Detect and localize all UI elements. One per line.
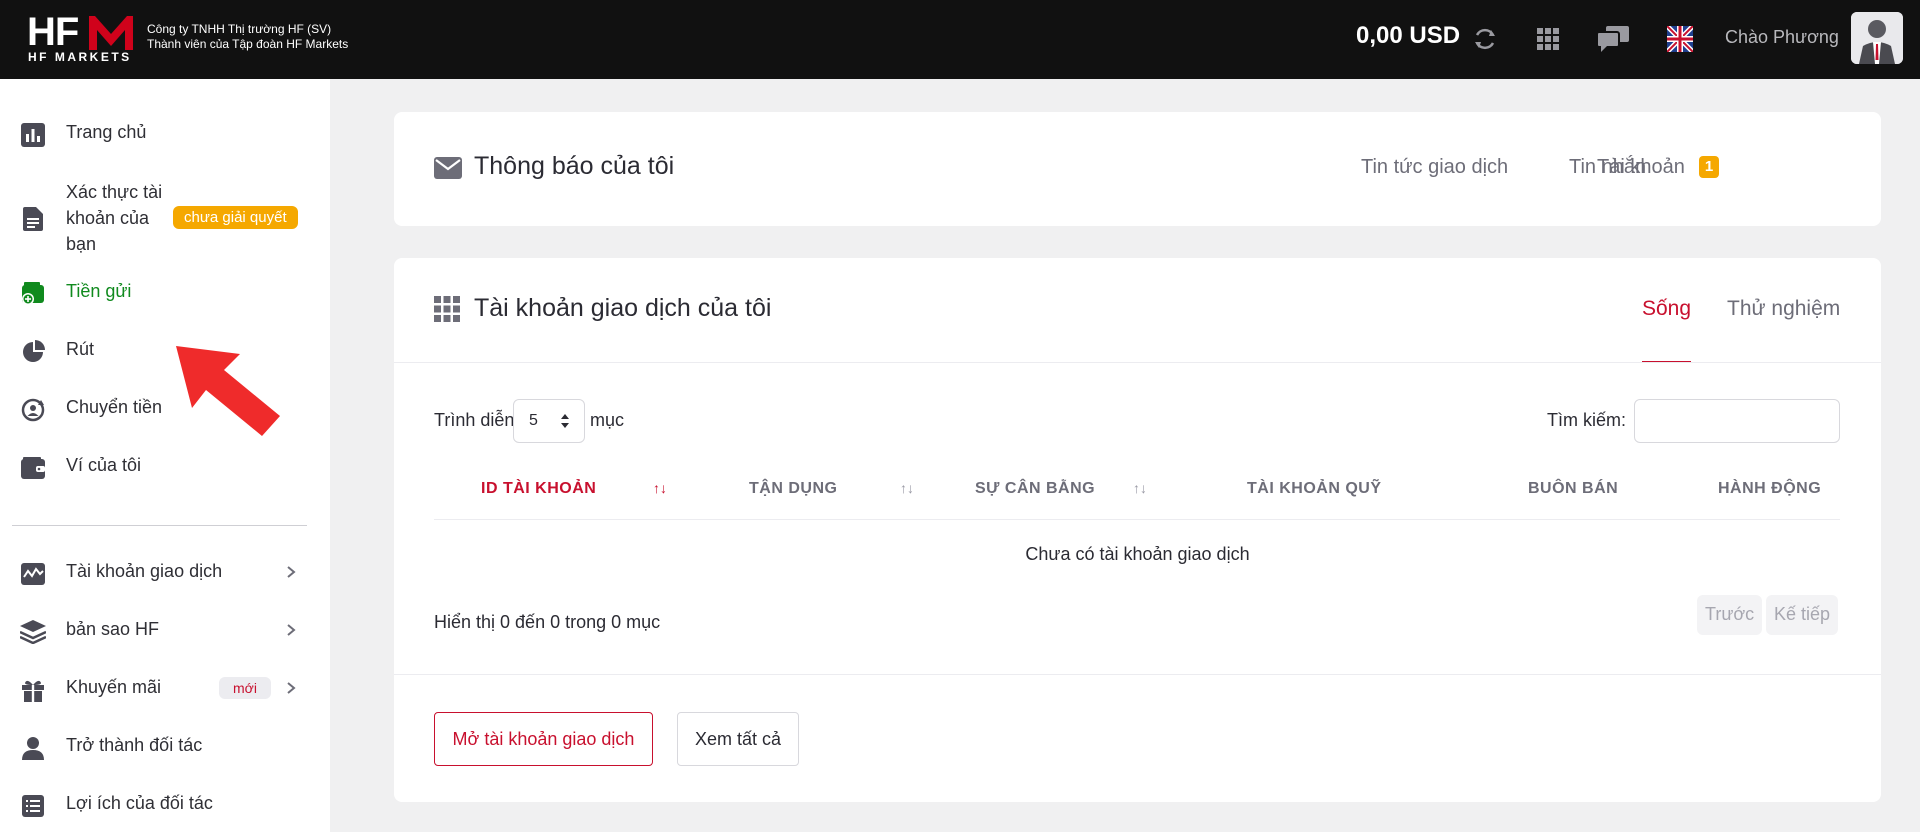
sidebar-item-label: Tiền gửi: [66, 281, 132, 301]
logo-m-mark: [89, 16, 133, 50]
gift-icon: [20, 677, 46, 703]
sidebar-item-label: Khuyến mãi: [66, 677, 162, 697]
company-member: Thành viên của Tập đoàn HF Markets: [147, 37, 349, 51]
refresh-icon[interactable]: [1468, 22, 1502, 56]
search-input[interactable]: [1634, 399, 1840, 443]
chevron-right-icon: [287, 624, 296, 636]
wallet-icon: [20, 455, 46, 481]
sidebar-item-label: Rút: [66, 339, 95, 359]
user-icon: [20, 735, 46, 761]
accounts-title: Tài khoản giao dịch của tôi: [474, 294, 772, 322]
chat-icon[interactable]: [1596, 22, 1630, 56]
deposit-wallet-icon: [20, 281, 46, 307]
sidebar-item-label: bản sao HF: [66, 619, 160, 639]
hfm-logo[interactable]: HF HF MARKETS: [27, 12, 135, 64]
trading-accounts-card: Tài khoản giao dịch của tôi Sống Thử ngh…: [394, 258, 1881, 802]
sidebar-item-label: Tài khoản giao dịch: [66, 561, 223, 581]
apps-grid-icon[interactable]: [1531, 22, 1565, 56]
show-entries-label: Trình diễn: [434, 410, 515, 430]
entries-suffix-label: mục: [590, 410, 625, 430]
sidebar-item-label: Trở thành đối tác: [66, 735, 203, 755]
select-arrows-icon: [561, 414, 569, 428]
view-all-button[interactable]: Xem tất cả: [677, 712, 799, 766]
bar-chart-icon: [20, 122, 46, 148]
grid-icon: [434, 296, 460, 322]
sidebar-divider: [12, 525, 307, 526]
new-badge: mới: [219, 677, 271, 699]
col-trade: BUÔN BÁN: [1528, 480, 1619, 497]
sidebar: Trang chủ Xác thực tài khoản của bạn chư…: [0, 79, 330, 832]
sidebar-item-label: Trang chủ: [66, 122, 147, 142]
sidebar-item-label: Chuyển tiền: [66, 397, 163, 417]
table-divider: [434, 519, 1840, 520]
next-page-button[interactable]: Kế tiếp: [1766, 595, 1839, 635]
notifications-card: Thông báo của tôi Tin tức giao dịch Tin …: [394, 112, 1881, 226]
sidebar-item-label: Lợi ích của đối tác: [66, 793, 213, 813]
logo-text: HF: [27, 10, 79, 54]
table-info: Hiển thị 0 đến 0 trong 0 mục: [434, 612, 661, 632]
logo-subtitle: HF MARKETS: [28, 50, 132, 64]
col-balance[interactable]: SỰ CÂN BẰNG: [975, 480, 1095, 498]
open-trading-account-button[interactable]: Mở tài khoản giao dịch: [434, 712, 653, 766]
top-bar: HF HF MARKETS Công ty TNHH Thị trường HF…: [0, 0, 1920, 79]
greeting-text[interactable]: Chào Phương: [1725, 27, 1839, 48]
empty-table-message: Chưa có tài khoản giao dịch: [1025, 544, 1250, 564]
company-info: Công ty TNHH Thị trường HF (SV) Thành vi…: [147, 22, 348, 52]
tab-live[interactable]: Sống: [1642, 297, 1691, 321]
account-count-badge: 1: [1699, 156, 1719, 178]
pointer-arrow-icon: [176, 346, 280, 436]
tab-trading-news[interactable]: Tin tức giao dịch: [1361, 156, 1508, 179]
trading-chart-icon: [20, 561, 46, 587]
company-name: Công ty TNHH Thị trường HF (SV): [147, 22, 332, 36]
entries-per-page-select[interactable]: 5: [513, 399, 585, 443]
col-leverage[interactable]: TẬN DỤNG: [749, 480, 837, 498]
document-icon: [20, 206, 46, 232]
divider: [394, 362, 1881, 363]
sort-asc-icon[interactable]: ↑↓: [653, 480, 667, 496]
sort-icon[interactable]: ↑↓: [1133, 480, 1147, 496]
balance-display: 0,00 USD: [1356, 22, 1461, 49]
notifications-title: Thông báo của tôi: [474, 152, 675, 180]
withdraw-icon: [20, 339, 46, 365]
sidebar-item-label: Ví của tôi: [66, 455, 142, 475]
prev-page-button[interactable]: Trước: [1697, 595, 1763, 635]
tab-account[interactable]: Tài khoản: [1597, 156, 1685, 179]
sidebar-item-verify[interactable]: Xác thực tài khoản của bạn chưa giải quy…: [0, 179, 330, 259]
uk-flag-icon[interactable]: [1663, 22, 1697, 56]
chevron-right-icon: [287, 566, 296, 578]
pending-badge: chưa giải quyết: [173, 206, 298, 229]
col-account-id[interactable]: ID TÀI KHOẢN: [481, 480, 596, 498]
transfer-icon: [20, 397, 46, 423]
col-action: HÀNH ĐỘNG: [1718, 480, 1822, 497]
entries-value: 5: [529, 412, 538, 429]
sort-icon[interactable]: ↑↓: [900, 480, 914, 496]
avatar[interactable]: [1851, 12, 1903, 64]
search-label: Tìm kiếm:: [1547, 410, 1626, 430]
sidebar-item-label: Xác thực tài khoản của bạn: [66, 182, 163, 254]
col-fund-account: TÀI KHOẢN QUỸ: [1247, 480, 1382, 497]
mail-icon: [434, 157, 462, 179]
chevron-right-icon: [287, 682, 296, 694]
tab-demo[interactable]: Thử nghiệm: [1727, 297, 1840, 321]
layers-icon: [20, 619, 46, 645]
divider: [394, 674, 1881, 675]
list-icon: [20, 793, 46, 819]
